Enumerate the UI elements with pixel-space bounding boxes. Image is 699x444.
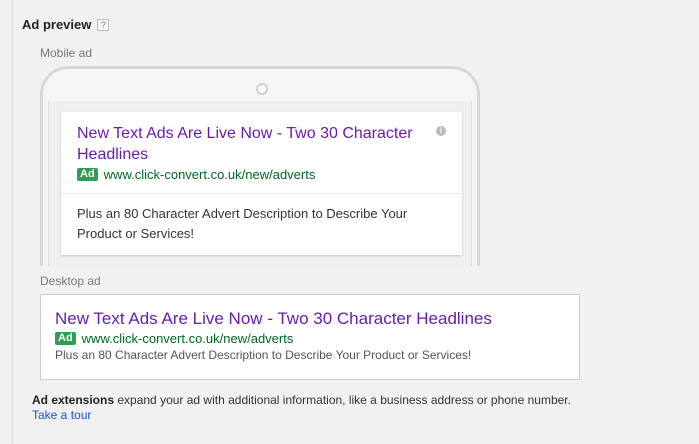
ad-preview-header: Ad preview ?	[22, 17, 110, 32]
mobile-ad-url: www.click-convert.co.uk/new/adverts	[103, 167, 316, 182]
panel-border	[12, 0, 13, 444]
phone-screen: New Text Ads Are Live Now - Two 30 Chara…	[48, 101, 472, 266]
desktop-ad-headline[interactable]: New Text Ads Are Live Now - Two 30 Chara…	[55, 309, 492, 329]
divider	[61, 193, 462, 194]
mobile-ad-url-row: Ad www.click-convert.co.uk/new/adverts	[77, 167, 315, 182]
mobile-ad-headline[interactable]: New Text Ads Are Live Now - Two 30 Chara…	[77, 123, 427, 165]
desktop-ad-url: www.click-convert.co.uk/new/adverts	[81, 331, 294, 346]
phone-camera-icon	[256, 83, 268, 95]
help-icon[interactable]: ?	[97, 18, 110, 31]
ad-extensions-heading: Ad extensions	[32, 393, 115, 407]
ad-extensions-info: Ad extensions expand your ad with additi…	[32, 393, 592, 423]
take-a-tour-link[interactable]: Take a tour	[32, 408, 91, 422]
info-icon[interactable]: i	[436, 126, 446, 136]
ad-badge: Ad	[55, 332, 76, 345]
phone-frame: New Text Ads Are Live Now - Two 30 Chara…	[40, 66, 480, 266]
ad-badge: Ad	[77, 168, 98, 181]
mobile-ad-label: Mobile ad	[40, 46, 93, 60]
desktop-ad-card: New Text Ads Are Live Now - Two 30 Chara…	[40, 294, 580, 380]
desktop-ad-url-row: Ad www.click-convert.co.uk/new/adverts	[55, 331, 293, 346]
ad-preview-panel: Ad preview ? Mobile ad New Text Ads Are …	[0, 0, 699, 444]
mobile-ad-card: New Text Ads Are Live Now - Two 30 Chara…	[61, 112, 462, 255]
desktop-ad-label: Desktop ad	[40, 274, 101, 288]
desktop-ad-description: Plus an 80 Character Advert Description …	[55, 348, 472, 362]
mobile-ad-description: Plus an 80 Character Advert Description …	[77, 206, 408, 241]
ad-extensions-text: expand your ad with additional informati…	[114, 393, 571, 407]
ad-preview-title: Ad preview	[22, 17, 92, 32]
